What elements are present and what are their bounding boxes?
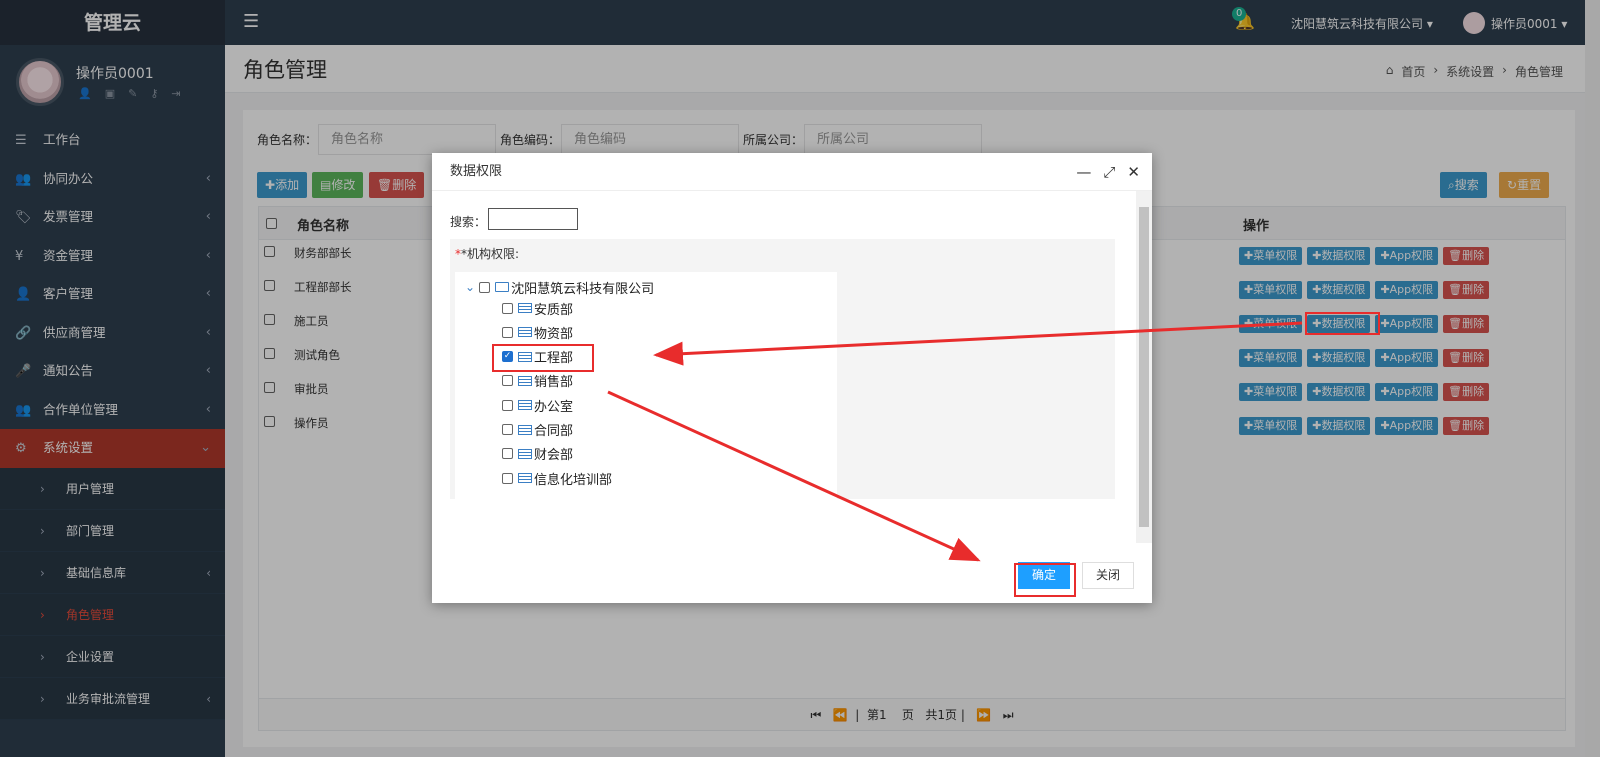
annotation-arrows — [607, 321, 1303, 562]
annotation-arrow-to-dept — [653, 321, 1303, 366]
annotation-arrow-to-confirm — [607, 390, 981, 562]
